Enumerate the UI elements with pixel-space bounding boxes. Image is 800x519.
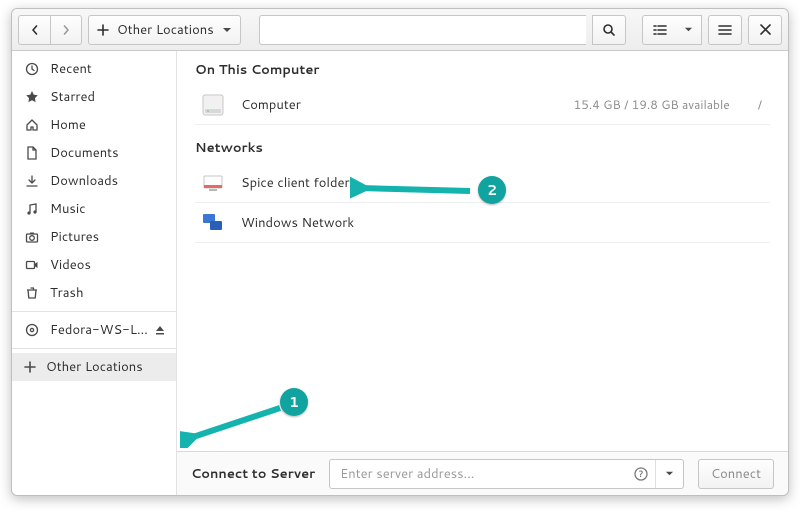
row-spice-client-folder[interactable]: Spice client folder — [195, 163, 770, 203]
view-options-group — [642, 15, 702, 45]
sidebar-item-music[interactable]: Music — [12, 195, 176, 223]
chevron-down-icon — [222, 25, 232, 35]
plus-icon — [24, 361, 36, 373]
list-icon — [653, 24, 667, 36]
close-button[interactable] — [748, 15, 782, 45]
sidebar-item-starred[interactable]: Starred — [12, 83, 176, 111]
row-windows-network[interactable]: Windows Network — [195, 203, 770, 243]
connect-button[interactable]: Connect — [698, 459, 774, 489]
sidebar-item-label: Videos — [50, 256, 91, 274]
sidebar-item-label: Home — [50, 116, 86, 134]
help-button[interactable]: ? — [627, 460, 655, 488]
star-icon — [24, 89, 40, 105]
connect-label: Connect to Server — [191, 465, 315, 483]
chevron-down-icon — [665, 469, 674, 478]
nav-group — [18, 15, 82, 45]
close-icon — [760, 24, 771, 35]
home-icon — [24, 117, 40, 133]
main-pane: On This Computer Computer 15.4 GB / 19.8… — [177, 51, 788, 495]
trash-icon — [24, 285, 40, 301]
section-title-computer: On This Computer — [195, 61, 770, 79]
row-name: Computer — [241, 96, 301, 114]
connect-to-server-bar: Connect to Server ? Connect — [177, 451, 788, 495]
clock-icon — [24, 61, 40, 77]
sidebar-item-documents[interactable]: Documents — [12, 139, 176, 167]
download-icon — [24, 173, 40, 189]
sidebar-item-label: Starred — [50, 88, 95, 106]
row-name: Spice client folder — [241, 174, 350, 192]
svg-text:?: ? — [639, 467, 644, 480]
headerbar: Other Locations — [12, 9, 788, 51]
video-icon — [24, 257, 40, 273]
sidebar-item-label: Downloads — [50, 172, 118, 190]
forward-button[interactable] — [50, 15, 82, 45]
chevron-right-icon — [61, 25, 71, 35]
network-icon — [199, 209, 227, 237]
row-computer[interactable]: Computer 15.4 GB / 19.8 GB available / — [195, 85, 770, 125]
path-bar[interactable]: Other Locations — [88, 15, 241, 45]
sidebar-item-label: Other Locations — [46, 358, 143, 376]
sidebar-item-other-locations[interactable]: Other Locations — [12, 353, 176, 381]
chevron-left-icon — [30, 25, 40, 35]
sidebar-item-downloads[interactable]: Downloads — [12, 167, 176, 195]
harddisk-icon — [199, 91, 227, 119]
sidebar-item-recent[interactable]: Recent — [12, 55, 176, 83]
sidebar-item-videos[interactable]: Videos — [12, 251, 176, 279]
sidebar-item-label: Trash — [50, 284, 84, 302]
sidebar-item-pictures[interactable]: Pictures — [12, 223, 176, 251]
remote-folder-icon — [199, 169, 227, 197]
disc-icon — [24, 322, 40, 338]
chevron-down-icon — [684, 25, 693, 34]
file-manager-window: Other Locations — [11, 8, 789, 496]
server-address-field-wrap: ? — [329, 459, 684, 489]
search-icon — [602, 23, 616, 37]
camera-icon — [24, 229, 40, 245]
sidebar-item-label: Recent — [50, 60, 92, 78]
eject-icon — [154, 324, 166, 336]
sidebar-item-label: Pictures — [50, 228, 99, 246]
server-address-input[interactable] — [330, 465, 627, 483]
hamburger-menu-button[interactable] — [708, 15, 742, 45]
sidebar-item-home[interactable]: Home — [12, 111, 176, 139]
hamburger-icon — [718, 24, 732, 36]
question-icon: ? — [634, 467, 648, 481]
plus-icon — [97, 24, 109, 36]
row-path: / — [758, 96, 762, 113]
sidebar-item-trash[interactable]: Trash — [12, 279, 176, 307]
sidebar-item-label: Music — [50, 200, 86, 218]
view-options-dropdown[interactable] — [676, 15, 702, 45]
list-view-button[interactable] — [642, 15, 676, 45]
back-button[interactable] — [18, 15, 50, 45]
row-meta: 15.4 GB / 19.8 GB available — [574, 96, 730, 113]
sidebar-item-label: Documents — [50, 144, 119, 162]
music-icon — [24, 201, 40, 217]
sidebar-device-fedora[interactable]: Fedora-WS-L… — [12, 316, 176, 344]
section-title-networks: Networks — [195, 139, 770, 157]
eject-button[interactable] — [154, 324, 166, 336]
document-icon — [24, 145, 40, 161]
address-bar[interactable] — [259, 15, 586, 45]
server-history-dropdown[interactable] — [655, 460, 683, 488]
search-button[interactable] — [592, 15, 626, 45]
sidebar-item-label: Fedora-WS-L… — [50, 321, 148, 339]
path-label: Other Locations — [117, 21, 214, 39]
row-name: Windows Network — [241, 214, 354, 232]
sidebar: Recent Starred Home Documents Downloads … — [12, 51, 177, 495]
